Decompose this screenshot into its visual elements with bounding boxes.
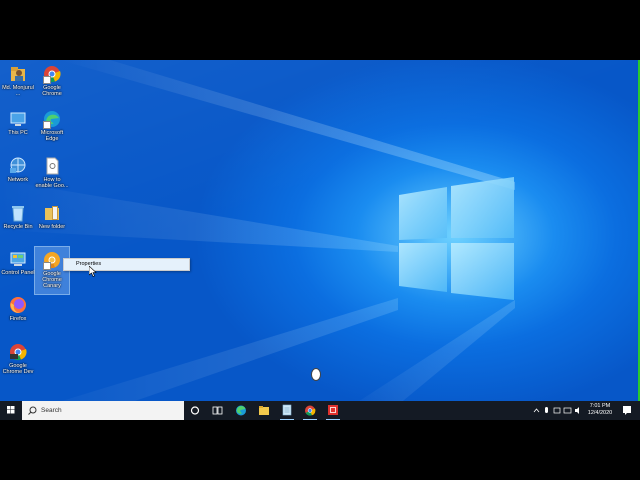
shortcut-arrow-icon <box>43 121 51 129</box>
taskbar: Search 7:01 PM 12/4/2020 <box>0 401 640 420</box>
search-input[interactable]: Search <box>22 401 184 420</box>
file-explorer-icon <box>259 406 269 415</box>
firefox-icon <box>9 296 27 314</box>
shortcut-arrow-icon <box>43 262 51 270</box>
context-menu-item-properties[interactable]: Properties <box>64 259 189 270</box>
desktop-icon-label: Network <box>7 177 29 183</box>
taskbar-file-explorer[interactable] <box>253 401 275 420</box>
notification-button[interactable] <box>620 401 634 420</box>
desktop-icon-google-chrome[interactable]: Google Chrome <box>35 65 69 97</box>
search-icon <box>28 406 37 415</box>
volume-icon <box>575 407 579 414</box>
microphone-icon <box>545 407 548 413</box>
desktop-icon-label: Google Chrome <box>42 85 62 97</box>
clock-time: 7:01 PM <box>589 403 611 409</box>
windows-logo-icon <box>7 406 15 414</box>
taskbar-recorder[interactable] <box>322 401 344 420</box>
desktop-icon-recycle-bin[interactable]: Recycle Bin <box>1 204 35 230</box>
recycle-bin-icon <box>9 204 27 222</box>
recorder-icon <box>328 405 338 415</box>
desktop-icon-chrome-dev[interactable]: Google Chrome Dev <box>1 343 35 375</box>
click-indicator-icon <box>311 368 321 381</box>
control-panel-icon <box>9 250 27 268</box>
context-menu: Properties <box>63 258 190 271</box>
desktop-icon-label: Google Chrome Dev <box>2 363 34 375</box>
start-button[interactable] <box>0 401 22 420</box>
clock[interactable]: 7:01 PM 12/4/2020 <box>580 403 620 417</box>
this-pc-icon <box>9 110 27 128</box>
desktop-icon-label: New folder <box>38 224 66 230</box>
network-icon <box>553 407 561 414</box>
desktop-icon-label: Google Chrome Canary <box>42 271 62 289</box>
desktop-icon-label: How to enable Goo... <box>35 177 69 189</box>
desktop-icon-new-folder[interactable]: New folder <box>35 204 69 230</box>
desktop-icon-label: Control Panel <box>1 270 35 276</box>
task-view-icon <box>212 406 223 415</box>
document-icon <box>43 157 61 175</box>
taskbar-notepad[interactable] <box>276 401 298 420</box>
wallpaper-windows-logo <box>0 60 515 420</box>
taskbar-chrome[interactable] <box>299 401 321 420</box>
folder-icon <box>43 204 61 222</box>
desktop-icon-this-pc[interactable]: This PC <box>1 110 35 136</box>
edge-icon <box>236 405 246 416</box>
taskbar-edge[interactable] <box>230 401 252 420</box>
desktop-icon-firefox[interactable]: Firefox <box>1 296 35 322</box>
system-tray[interactable] <box>528 401 588 420</box>
desktop-icon-document[interactable]: How to enable Goo... <box>35 157 69 189</box>
notification-icon <box>623 406 631 415</box>
chrome-icon <box>43 65 61 84</box>
search-placeholder: Search <box>41 407 62 414</box>
cortana-button[interactable] <box>184 401 206 420</box>
user-folder-icon <box>9 65 27 83</box>
edge-icon <box>43 110 61 129</box>
desktop-icon-label: Recycle Bin <box>3 224 33 230</box>
chrome-canary-icon <box>43 251 61 270</box>
chrome-icon <box>305 405 316 416</box>
chevron-up-icon <box>533 408 540 413</box>
desktop-icon-label: Firefox <box>9 316 27 322</box>
shortcut-arrow-icon <box>43 76 51 84</box>
monitor-icon <box>563 407 572 414</box>
clock-date: 12/4/2020 <box>587 410 613 416</box>
desktop-icon-network[interactable]: Network <box>1 157 35 183</box>
network-icon <box>9 157 27 175</box>
notepad-icon <box>282 404 292 416</box>
desktop[interactable]: Md. Monjurul ... Google Chrome This PC M… <box>0 60 640 420</box>
desktop-icon-microsoft-edge[interactable]: Microsoft Edge <box>35 110 69 142</box>
desktop-icon-label: This PC <box>8 130 28 136</box>
task-view-button[interactable] <box>206 401 228 420</box>
cortana-icon <box>190 406 200 415</box>
chrome-dev-icon <box>9 343 27 361</box>
desktop-icon-label: Microsoft Edge <box>40 130 64 142</box>
desktop-icon-user-folder[interactable]: Md. Monjurul ... <box>1 65 35 97</box>
desktop-icon-control-panel[interactable]: Control Panel <box>1 250 35 276</box>
desktop-icon-label: Md. Monjurul ... <box>2 85 34 97</box>
